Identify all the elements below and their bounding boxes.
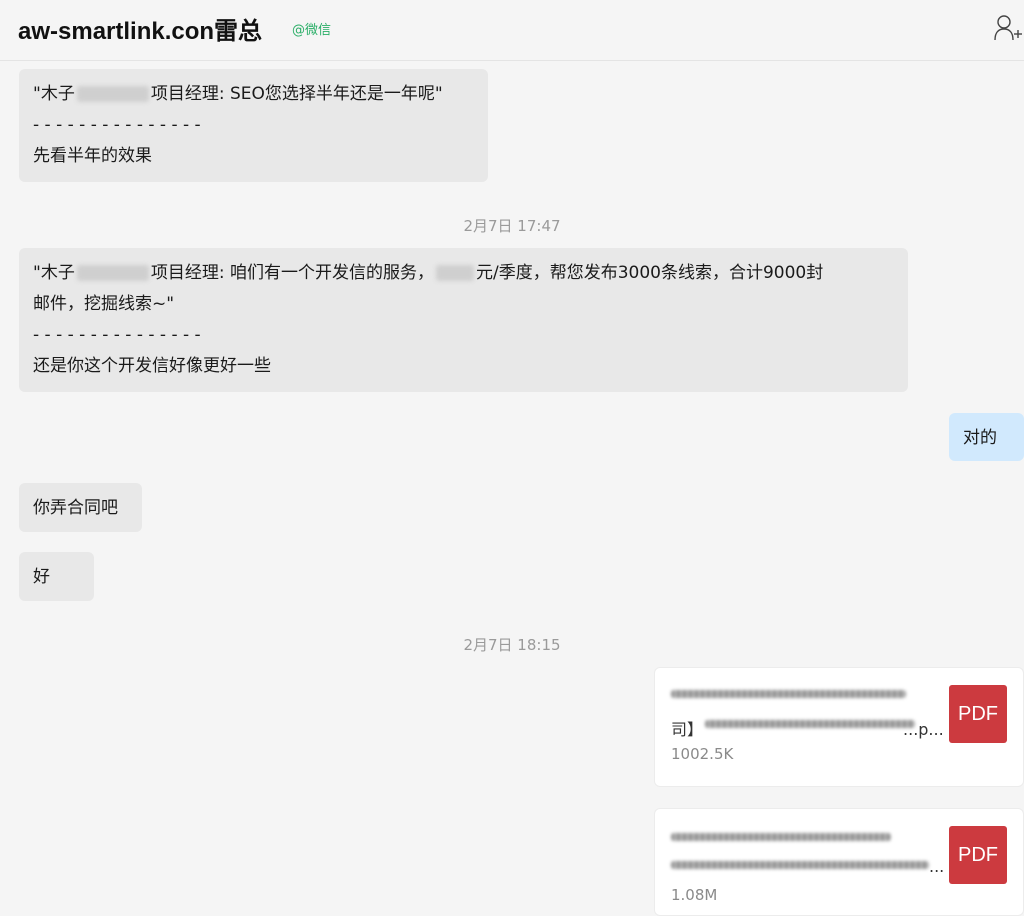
redacted-price bbox=[435, 265, 474, 281]
incoming-message[interactable]: 你弄合同吧 bbox=[19, 483, 142, 532]
outgoing-message[interactable]: 对的 bbox=[949, 413, 1024, 461]
message-text: 你弄合同吧 bbox=[33, 498, 118, 518]
wechat-tag: @微信 bbox=[292, 23, 332, 38]
message-text: 好 bbox=[33, 567, 50, 587]
message-text: 先看半年的效果 bbox=[33, 146, 152, 166]
message-text: 还是你这个开发信好像更好一些 bbox=[33, 356, 271, 376]
incoming-message[interactable]: "木子 项目经理: SEO您选择半年还是一年呢" - - - - - - - - … bbox=[19, 69, 488, 182]
file-name: 司】 ...p... bbox=[671, 720, 944, 739]
incoming-message[interactable]: "木子 项目经理: 咱们有一个开发信的服务， 元/季度，帮您发布3000条线索，合计… bbox=[19, 248, 908, 392]
quote-divider: - - - - - - - - - - - - - - - bbox=[33, 325, 201, 345]
file-message[interactable]: 司】 ...p... 1002.5K PDF bbox=[654, 667, 1024, 787]
quoted-text-line2: 邮件，挖掘线索~" bbox=[33, 294, 175, 314]
redacted-filename bbox=[671, 690, 906, 698]
redacted-name bbox=[76, 265, 149, 281]
message-text: 对的 bbox=[963, 428, 997, 448]
chat-header: aw-smartlink.con雷总 @微信 bbox=[0, 0, 1024, 61]
file-size: 1.08M bbox=[671, 886, 718, 904]
pdf-icon: PDF bbox=[949, 826, 1007, 884]
quote-divider: - - - - - - - - - - - - - - - bbox=[33, 115, 201, 135]
redacted-name bbox=[76, 86, 149, 102]
file-name: ... bbox=[929, 857, 945, 876]
quoted-text: "木子 项目经理: 咱们有一个开发信的服务， 元/季度，帮您发布3000条线索，合计… bbox=[33, 263, 824, 283]
contact-name: aw-smartlink.con雷总 bbox=[18, 18, 263, 45]
redacted-filename bbox=[671, 833, 891, 841]
timestamp: 2月7日 18:15 bbox=[463, 636, 561, 654]
timestamp: 2月7日 17:47 bbox=[463, 217, 561, 235]
incoming-message[interactable]: 好 bbox=[19, 552, 94, 601]
pdf-icon: PDF bbox=[949, 685, 1007, 743]
add-user-icon[interactable] bbox=[993, 12, 1023, 42]
file-message[interactable]: ... 1.08M PDF bbox=[654, 808, 1024, 916]
file-size: 1002.5K bbox=[671, 745, 734, 763]
quoted-text: "木子 项目经理: SEO您选择半年还是一年呢" bbox=[33, 84, 443, 104]
